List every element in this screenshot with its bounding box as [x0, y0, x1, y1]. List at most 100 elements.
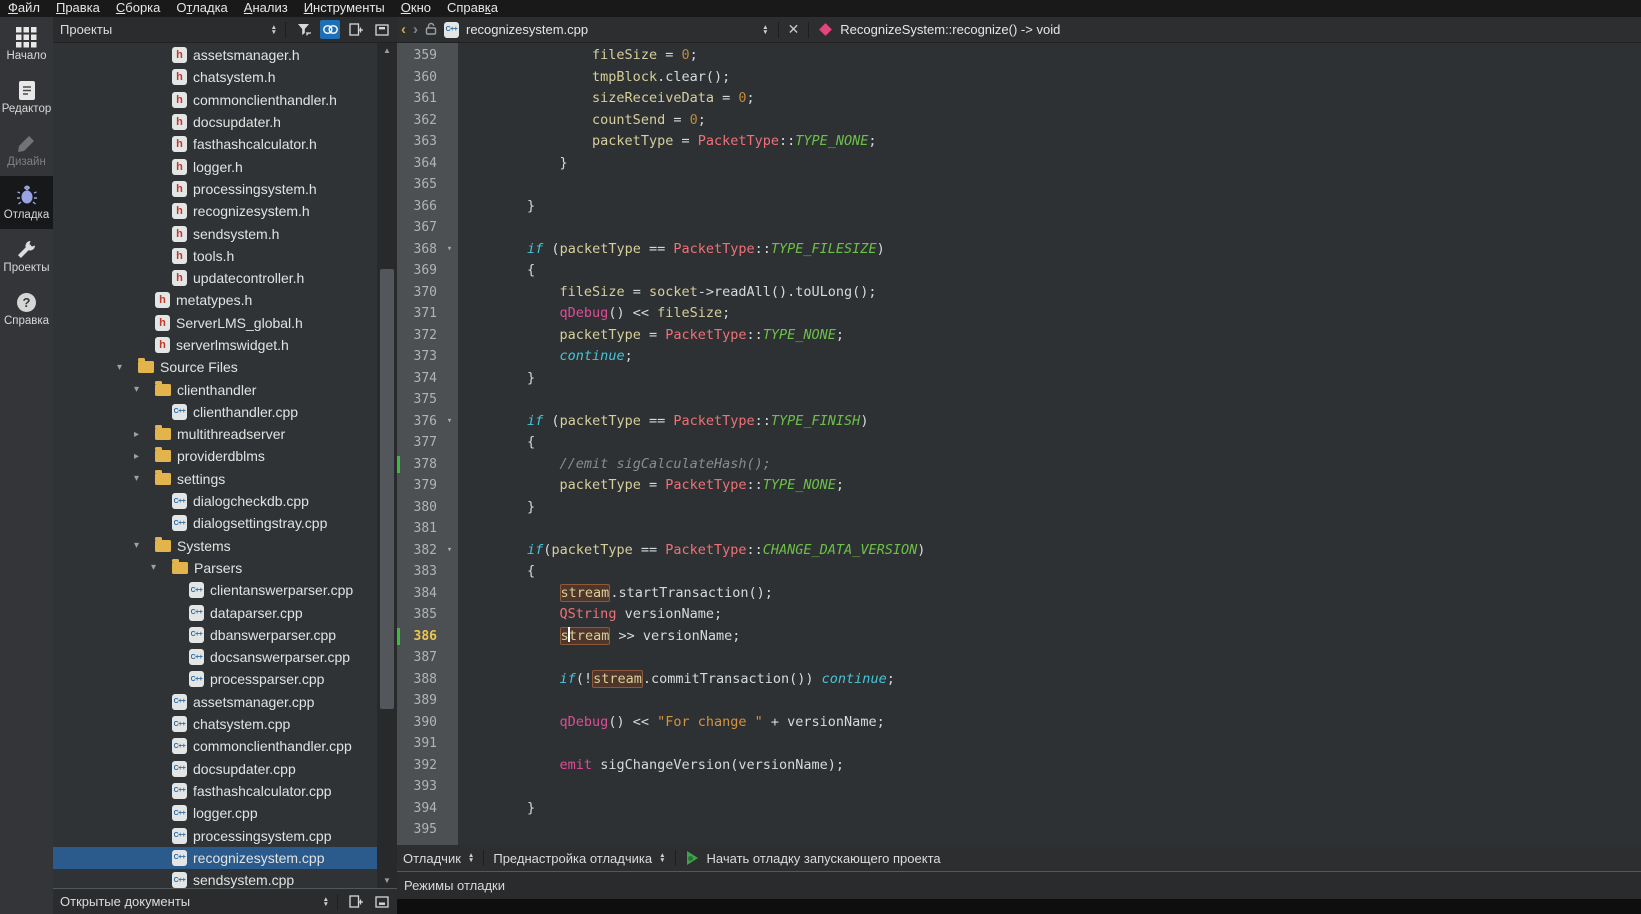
code-line-373[interactable]: 373 continue; [397, 346, 1641, 368]
chevron-down-icon[interactable]: ▾ [134, 473, 155, 484]
code-line-388[interactable]: 388 if(!stream.commitTransaction()) cont… [397, 669, 1641, 691]
menu-item-build[interactable]: Сборка [108, 0, 169, 17]
code-line-392[interactable]: 392 emit sigChangeVersion(versionName); [397, 755, 1641, 777]
line-number[interactable]: 376 [397, 411, 441, 433]
tree-item-providerdblms[interactable]: ▸providerdblms [53, 445, 377, 467]
line-number[interactable]: 364 [397, 153, 441, 175]
code-line-395[interactable]: 395 [397, 819, 1641, 841]
menu-item-debug[interactable]: Отладка [168, 0, 235, 17]
open-file-name[interactable]: recognizesystem.cpp [466, 22, 588, 37]
tree-item-serverlms-global-h[interactable]: hServerLMS_global.h [53, 312, 377, 334]
lock-icon[interactable] [425, 22, 437, 38]
tree-item-metatypes-h[interactable]: hmetatypes.h [53, 289, 377, 311]
start-debugging-icon[interactable] [687, 851, 698, 865]
tree-item-docsanswerparser-cpp[interactable]: C++docsanswerparser.cpp [53, 646, 377, 668]
line-number[interactable]: 378 [397, 454, 441, 476]
code-line-368[interactable]: 368▾ if (packetType == PacketType::TYPE_… [397, 239, 1641, 261]
line-number[interactable]: 369 [397, 260, 441, 282]
line-number[interactable]: 385 [397, 604, 441, 626]
line-number[interactable]: 371 [397, 303, 441, 325]
mode-welcome[interactable]: Начало [0, 17, 53, 70]
tree-item-fasthashcalculator-h[interactable]: hfasthashcalculator.h [53, 133, 377, 155]
tree-item-recognizesystem-h[interactable]: hrecognizesystem.h [53, 200, 377, 222]
code-line-393[interactable]: 393 [397, 776, 1641, 798]
panel-selector-arrows-icon[interactable]: ▲▼ [271, 25, 277, 35]
line-number[interactable]: 394 [397, 798, 441, 820]
code-line-375[interactable]: 375 [397, 389, 1641, 411]
code-line-385[interactable]: 385 QString versionName; [397, 604, 1641, 626]
line-number[interactable]: 392 [397, 755, 441, 777]
code-line-391[interactable]: 391 [397, 733, 1641, 755]
code-line-387[interactable]: 387 [397, 647, 1641, 669]
debugger-selector[interactable]: Отладчик [403, 851, 461, 866]
split-panel-icon[interactable] [346, 20, 366, 39]
code-line-377[interactable]: 377 { [397, 432, 1641, 454]
tree-item-updatecontroller-h[interactable]: hupdatecontroller.h [53, 267, 377, 289]
close-panel-icon[interactable] [372, 20, 392, 39]
mode-help[interactable]: ?Справка [0, 282, 53, 335]
mode-editor[interactable]: Редактор [0, 70, 53, 123]
code-line-372[interactable]: 372 packetType = PacketType::TYPE_NONE; [397, 325, 1641, 347]
tree-item-logger-h[interactable]: hlogger.h [53, 155, 377, 177]
code-line-370[interactable]: 370 fileSize = socket->readAll().toULong… [397, 282, 1641, 304]
tree-item-parsers[interactable]: ▾Parsers [53, 557, 377, 579]
line-number[interactable]: 389 [397, 690, 441, 712]
line-number[interactable]: 360 [397, 67, 441, 89]
line-number[interactable]: 393 [397, 776, 441, 798]
tree-item-processingsystem-h[interactable]: hprocessingsystem.h [53, 178, 377, 200]
tree-item-dbanswerparser-cpp[interactable]: C++dbanswerparser.cpp [53, 624, 377, 646]
tree-item-assetsmanager-cpp[interactable]: C++assetsmanager.cpp [53, 691, 377, 713]
mode-debug[interactable]: Отладка [0, 176, 53, 229]
back-icon[interactable]: ‹ [401, 21, 406, 38]
line-number[interactable]: 387 [397, 647, 441, 669]
close-panel-icon[interactable] [372, 892, 392, 911]
line-number[interactable]: 361 [397, 88, 441, 110]
tree-item-chatsystem-cpp[interactable]: C++chatsystem.cpp [53, 713, 377, 735]
line-number[interactable]: 377 [397, 432, 441, 454]
code-line-366[interactable]: 366 } [397, 196, 1641, 218]
open-documents-title[interactable]: Открытые документы [53, 894, 323, 909]
line-number[interactable]: 372 [397, 325, 441, 347]
chevron-right-icon[interactable]: ▸ [134, 429, 155, 440]
tree-item-chatsystem-h[interactable]: hchatsystem.h [53, 66, 377, 88]
mode-projects[interactable]: Проекты [0, 229, 53, 282]
tree-item-clienthandler-cpp[interactable]: C++clienthandler.cpp [53, 401, 377, 423]
scroll-up-icon[interactable]: ▲ [377, 43, 397, 58]
tree-item-systems[interactable]: ▾Systems [53, 535, 377, 557]
code-line-380[interactable]: 380 } [397, 497, 1641, 519]
code-line-365[interactable]: 365 [397, 174, 1641, 196]
code-line-389[interactable]: 389 [397, 690, 1641, 712]
code-line-382[interactable]: 382▾ if(packetType == PacketType::CHANGE… [397, 540, 1641, 562]
chevron-down-icon[interactable]: ▾ [117, 362, 138, 373]
line-number[interactable]: 380 [397, 497, 441, 519]
code-line-378[interactable]: 378 //emit sigCalculateHash(); [397, 454, 1641, 476]
tree-item-logger-cpp[interactable]: C++logger.cpp [53, 802, 377, 824]
code-line-369[interactable]: 369 { [397, 260, 1641, 282]
filter-icon[interactable] [294, 20, 314, 39]
chevron-down-icon[interactable]: ▾ [134, 540, 155, 551]
tree-item-dialogcheckdb-cpp[interactable]: C++dialogcheckdb.cpp [53, 490, 377, 512]
tree-item-docsupdater-cpp[interactable]: C++docsupdater.cpp [53, 758, 377, 780]
line-number[interactable]: 365 [397, 174, 441, 196]
line-number[interactable]: 379 [397, 475, 441, 497]
scrollbar-thumb[interactable] [380, 269, 394, 709]
line-number[interactable]: 368 [397, 239, 441, 261]
preset-selector-arrows-icon[interactable]: ▲▼ [659, 853, 665, 863]
current-symbol[interactable]: RecognizeSystem::recognize() -> void [840, 22, 1060, 37]
code-line-362[interactable]: 362 countSend = 0; [397, 110, 1641, 132]
line-number[interactable]: 382 [397, 540, 441, 562]
tree-item-source-files[interactable]: ▾Source Files [53, 356, 377, 378]
tree-item-fasthashcalculator-cpp[interactable]: C++fasthashcalculator.cpp [53, 780, 377, 802]
code-line-386[interactable]: 386 stream >> versionName; [397, 626, 1641, 648]
document-selector-arrows-icon[interactable]: ▲▼ [762, 25, 768, 35]
code-line-376[interactable]: 376▾ if (packetType == PacketType::TYPE_… [397, 411, 1641, 433]
tree-item-assetsmanager-h[interactable]: hassetsmanager.h [53, 44, 377, 66]
chevron-down-icon[interactable]: ▾ [151, 562, 172, 573]
code-line-394[interactable]: 394 } [397, 798, 1641, 820]
start-debugging-button[interactable]: Начать отладку запускающего проекта [707, 851, 941, 866]
tree-item-sendsystem-h[interactable]: hsendsystem.h [53, 222, 377, 244]
tree-item-recognizesystem-cpp[interactable]: C++recognizesystem.cpp [53, 847, 377, 869]
menu-item-analyze[interactable]: Анализ [236, 0, 296, 17]
code-line-374[interactable]: 374 } [397, 368, 1641, 390]
code-line-381[interactable]: 381 [397, 518, 1641, 540]
